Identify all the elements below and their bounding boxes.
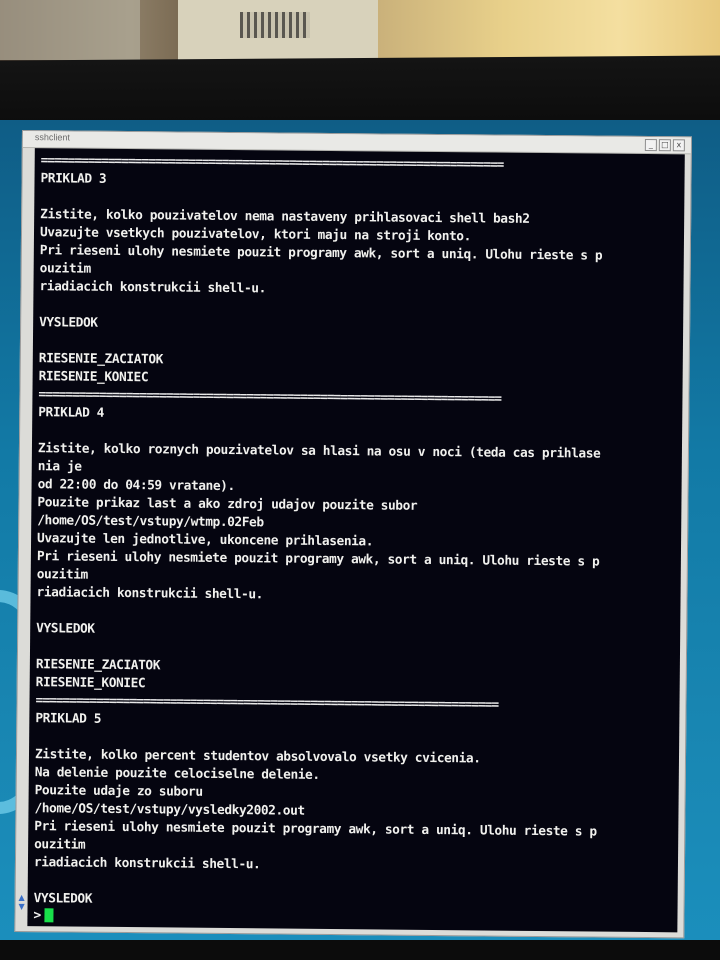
ceiling-vent xyxy=(240,12,310,38)
scroll-arrows-icon[interactable]: ▲ ▼ xyxy=(15,893,27,923)
prompt-symbol: > xyxy=(33,907,42,923)
terminal-output: ========================================… xyxy=(33,152,685,932)
command-prompt-row[interactable]: > xyxy=(33,906,54,924)
ssh-client-window[interactable]: sshclient _ □ x ▲ ▼ =====================… xyxy=(14,130,692,939)
window-title: sshclient xyxy=(34,132,70,143)
monitor-bezel-bottom xyxy=(0,940,720,960)
minimize-button[interactable]: _ xyxy=(644,138,657,152)
window-controls: _ □ x xyxy=(644,138,685,152)
background-panel xyxy=(0,0,140,60)
cursor-icon xyxy=(44,908,54,923)
terminal-area[interactable]: ========================================… xyxy=(27,148,685,933)
close-button[interactable]: x xyxy=(672,139,685,152)
maximize-button[interactable]: □ xyxy=(658,139,671,152)
